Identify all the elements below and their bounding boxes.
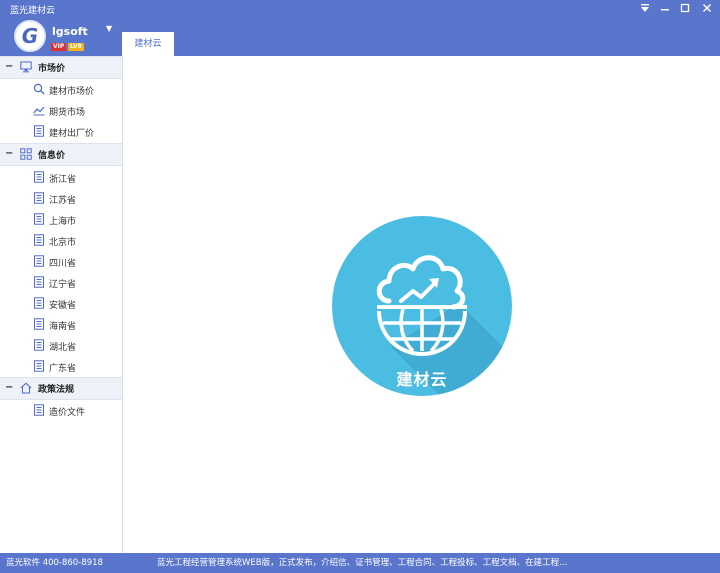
document-icon xyxy=(34,171,44,183)
level-badge: LV8 xyxy=(68,43,84,51)
sidebar-group-policy[interactable]: − 政策法规 xyxy=(0,377,122,400)
sidebar-item-label: 江苏省 xyxy=(49,196,77,206)
document-icon xyxy=(34,297,44,309)
close-button[interactable] xyxy=(698,1,716,15)
triangle-down-icon xyxy=(641,4,649,12)
maximize-icon xyxy=(680,3,690,13)
grid-icon xyxy=(20,148,32,160)
maximize-button[interactable] xyxy=(676,1,694,15)
document-icon xyxy=(34,255,44,267)
menu-dropdown-button[interactable] xyxy=(636,1,654,15)
sidebar-item-hainan[interactable]: 海南省 xyxy=(0,314,122,335)
sidebar-item-anhui[interactable]: 安徽省 xyxy=(0,293,122,314)
sidebar-item-hubei[interactable]: 湖北省 xyxy=(0,335,122,356)
sidebar-group-label: 信息价 xyxy=(38,151,66,161)
sidebar-item-label: 广东省 xyxy=(49,364,77,374)
sidebar-group-market-price[interactable]: − 市场价 xyxy=(0,56,122,79)
logo-letter: G xyxy=(21,24,39,48)
document-icon xyxy=(34,404,44,416)
sidebar-item-sichuan[interactable]: 四川省 xyxy=(0,251,122,272)
document-icon xyxy=(34,213,44,225)
document-icon xyxy=(34,234,44,246)
document-icon xyxy=(34,318,44,330)
sidebar: − 市场价 建材市场价 期货市场 建材出厂价 − 信息价 浙江省 江苏省 上海市… xyxy=(0,56,123,553)
tab-jiancaiyun[interactable]: 建材云 xyxy=(122,32,174,56)
sidebar-item-zhejiang[interactable]: 浙江省 xyxy=(0,167,122,188)
line-chart-icon xyxy=(33,106,45,116)
hero-label: 建材云 xyxy=(396,370,448,389)
user-avatar[interactable]: G xyxy=(14,20,46,52)
sidebar-group-label: 市场价 xyxy=(38,64,66,74)
sidebar-item-cost-documents[interactable]: 造价文件 xyxy=(0,400,122,421)
document-icon xyxy=(34,125,44,137)
status-marquee[interactable]: 蓝光工程经营管理系统WEB版，正式发布，介绍信、证书管理、工程合同、工程投标、工… xyxy=(157,553,567,573)
close-icon xyxy=(702,3,712,13)
sidebar-item-futures-market[interactable]: 期货市场 xyxy=(0,100,122,121)
sidebar-item-label: 北京市 xyxy=(49,238,77,248)
title-bar: 蓝光建材云 G lgsoft ▼ VIP LV8 建材云 xyxy=(0,0,720,56)
sidebar-item-label: 湖北省 xyxy=(49,343,77,353)
home-icon xyxy=(20,382,32,394)
search-icon xyxy=(33,83,45,95)
status-bar: 蓝光软件 400-860-8918 蓝光工程经营管理系统WEB版，正式发布，介绍… xyxy=(0,553,720,573)
sidebar-item-label: 建材市场价 xyxy=(49,87,95,97)
document-icon xyxy=(34,276,44,288)
collapse-icon[interactable]: − xyxy=(5,62,13,72)
minimize-icon xyxy=(661,9,669,11)
sidebar-item-jiangsu[interactable]: 江苏省 xyxy=(0,188,122,209)
sidebar-item-label: 期货市场 xyxy=(49,108,86,118)
vip-badge: VIP xyxy=(51,43,67,51)
document-icon xyxy=(34,360,44,372)
status-phone: 蓝光软件 400-860-8918 xyxy=(6,558,103,568)
sidebar-item-guangdong[interactable]: 广东省 xyxy=(0,356,122,377)
sidebar-item-beijing[interactable]: 北京市 xyxy=(0,230,122,251)
minimize-button[interactable] xyxy=(656,1,674,15)
sidebar-item-label: 浙江省 xyxy=(49,175,77,185)
sidebar-item-market-price[interactable]: 建材市场价 xyxy=(0,79,122,100)
document-icon xyxy=(34,339,44,351)
sidebar-item-label: 上海市 xyxy=(49,217,77,227)
collapse-icon[interactable]: − xyxy=(5,149,13,159)
app-title: 蓝光建材云 xyxy=(10,6,56,16)
sidebar-item-liaoning[interactable]: 辽宁省 xyxy=(0,272,122,293)
username[interactable]: lgsoft xyxy=(52,25,88,38)
chevron-down-icon[interactable]: ▼ xyxy=(106,24,112,33)
document-icon xyxy=(34,192,44,204)
monitor-icon xyxy=(20,61,32,73)
sidebar-group-label: 政策法规 xyxy=(38,385,75,395)
sidebar-group-info-price[interactable]: − 信息价 xyxy=(0,143,122,166)
sidebar-item-label: 建材出厂价 xyxy=(49,129,95,139)
collapse-icon[interactable]: − xyxy=(5,383,13,393)
sidebar-item-factory-price[interactable]: 建材出厂价 xyxy=(0,121,122,142)
sidebar-item-label: 海南省 xyxy=(49,322,77,332)
sidebar-item-label: 辽宁省 xyxy=(49,280,77,290)
sidebar-item-shanghai[interactable]: 上海市 xyxy=(0,209,122,230)
sidebar-item-label: 四川省 xyxy=(49,259,77,269)
sidebar-item-label: 安徽省 xyxy=(49,301,77,311)
sidebar-item-label: 造价文件 xyxy=(49,408,86,418)
